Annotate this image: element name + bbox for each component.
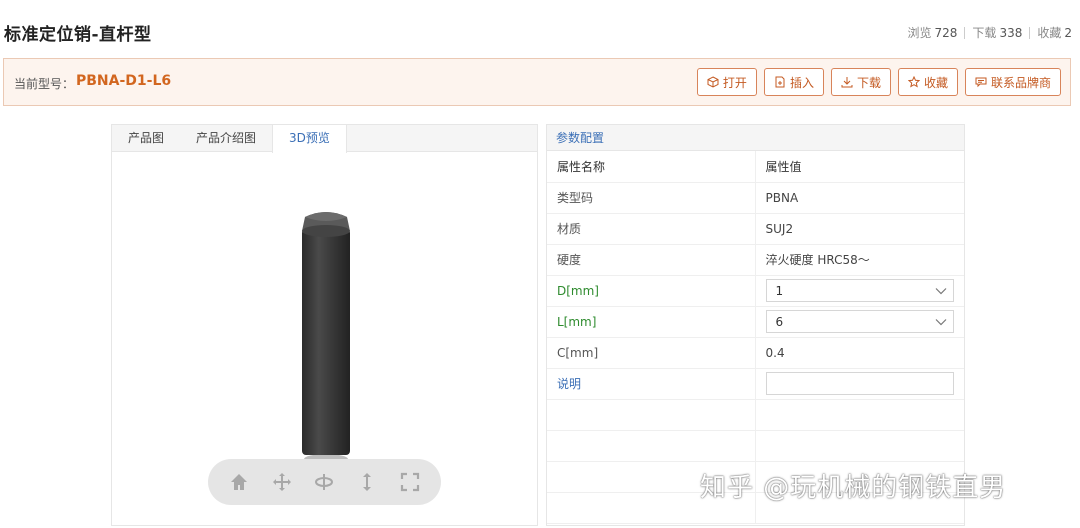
- download-button[interactable]: 下载: [830, 68, 891, 96]
- table-row: D[mm] 1: [547, 275, 964, 307]
- star-icon: [907, 76, 920, 88]
- table-row: 类型码 PBNA: [547, 182, 964, 214]
- downloads-label: 下载: [972, 26, 997, 40]
- table-row: C[mm] 0.4: [547, 337, 964, 369]
- views-count: 728: [934, 25, 958, 40]
- message-icon: [975, 77, 987, 88]
- param-name: 类型码: [547, 182, 756, 214]
- downloads-count: 338: [999, 25, 1023, 40]
- rotate-icon[interactable]: [311, 469, 337, 495]
- favorite-button[interactable]: 收藏: [897, 68, 958, 96]
- param-name: 材质: [547, 213, 756, 245]
- download-button-label: 下载: [856, 75, 881, 90]
- table-row: L[mm] 6: [547, 306, 964, 338]
- insert-button-label: 插入: [789, 75, 814, 90]
- param-value: 0.4: [755, 337, 964, 369]
- 3d-model-pin[interactable]: [292, 209, 362, 469]
- param-value: 淬火硬度 HRC58～: [755, 244, 964, 276]
- tab-product-intro[interactable]: 产品介绍图: [180, 125, 272, 152]
- viewer-toolbar: [208, 459, 441, 505]
- zoom-icon[interactable]: [354, 469, 380, 495]
- d-select-value: 1: [775, 283, 784, 298]
- favorites-count: 2: [1064, 25, 1072, 40]
- chevron-down-icon: [935, 287, 946, 294]
- table-row: 材质 SUJ2: [547, 213, 964, 245]
- stats-bar: 浏览 728 下载 338 收藏 2: [908, 24, 1073, 41]
- param-name: 硬度: [547, 244, 756, 276]
- page-title: 标准定位销-直杆型: [4, 25, 152, 45]
- table-row: 说明: [547, 368, 964, 400]
- cube-icon: [707, 76, 719, 88]
- 3d-viewer[interactable]: [112, 153, 537, 525]
- param-name: D[mm]: [547, 275, 756, 307]
- contact-brand-button[interactable]: 联系品牌商: [964, 68, 1061, 96]
- download-icon: [841, 77, 853, 88]
- description-input[interactable]: [765, 372, 954, 395]
- table-row: 硬度 淬火硬度 HRC58～: [547, 244, 964, 276]
- watermark: 知乎 @玩机械的钢铁直男: [700, 473, 1007, 503]
- tab-product-image[interactable]: 产品图: [112, 125, 180, 152]
- preview-panel: 产品图 产品介绍图 3D预览: [111, 124, 538, 526]
- insert-icon: [775, 76, 785, 88]
- contact-brand-button-label: 联系品牌商: [990, 75, 1051, 90]
- divider: [1029, 26, 1031, 39]
- l-select[interactable]: 6: [765, 310, 954, 333]
- l-select-value: 6: [775, 314, 784, 329]
- param-value: SUJ2: [755, 213, 964, 245]
- param-name: 说明: [547, 368, 756, 400]
- params-title: 参数配置: [547, 125, 964, 151]
- tab-3d-preview[interactable]: 3D预览: [272, 125, 347, 153]
- preview-tabs: 产品图 产品介绍图 3D预览: [112, 125, 537, 153]
- table-row: [547, 430, 964, 462]
- params-panel: 参数配置 属性名称 属性值 类型码 PBNA 材质 SUJ2 硬度 淬火硬度 H…: [546, 124, 965, 526]
- pan-icon[interactable]: [269, 469, 295, 495]
- favorite-button-label: 收藏: [923, 75, 948, 90]
- insert-button[interactable]: 插入: [763, 68, 824, 96]
- model-number: PBNA-D1-L6: [76, 73, 172, 89]
- home-icon[interactable]: [226, 469, 252, 495]
- favorites-label: 收藏: [1037, 26, 1062, 40]
- col-header-value: 属性值: [755, 151, 964, 183]
- page-header: 标准定位销-直杆型 浏览 728 下载 338 收藏 2: [0, 0, 1080, 56]
- divider: [964, 26, 966, 39]
- fullscreen-icon[interactable]: [397, 469, 423, 495]
- table-row: [547, 399, 964, 431]
- open-button-label: 打开: [722, 75, 747, 90]
- param-name: L[mm]: [547, 306, 756, 338]
- d-select[interactable]: 1: [765, 279, 954, 302]
- param-name: C[mm]: [547, 337, 756, 369]
- views-label: 浏览: [907, 26, 932, 40]
- table-header-row: 属性名称 属性值: [547, 151, 964, 183]
- model-label: 当前型号：: [14, 77, 75, 91]
- col-header-name: 属性名称: [547, 151, 756, 183]
- action-buttons: 打开 插入 下载 收藏 联系品牌商: [696, 68, 1061, 96]
- chevron-down-icon: [935, 318, 946, 325]
- open-button[interactable]: 打开: [696, 68, 757, 96]
- model-bar: 当前型号： PBNA-D1-L6 打开 插入 下载 收藏 联系品牌商: [3, 58, 1071, 106]
- param-value: PBNA: [755, 182, 964, 214]
